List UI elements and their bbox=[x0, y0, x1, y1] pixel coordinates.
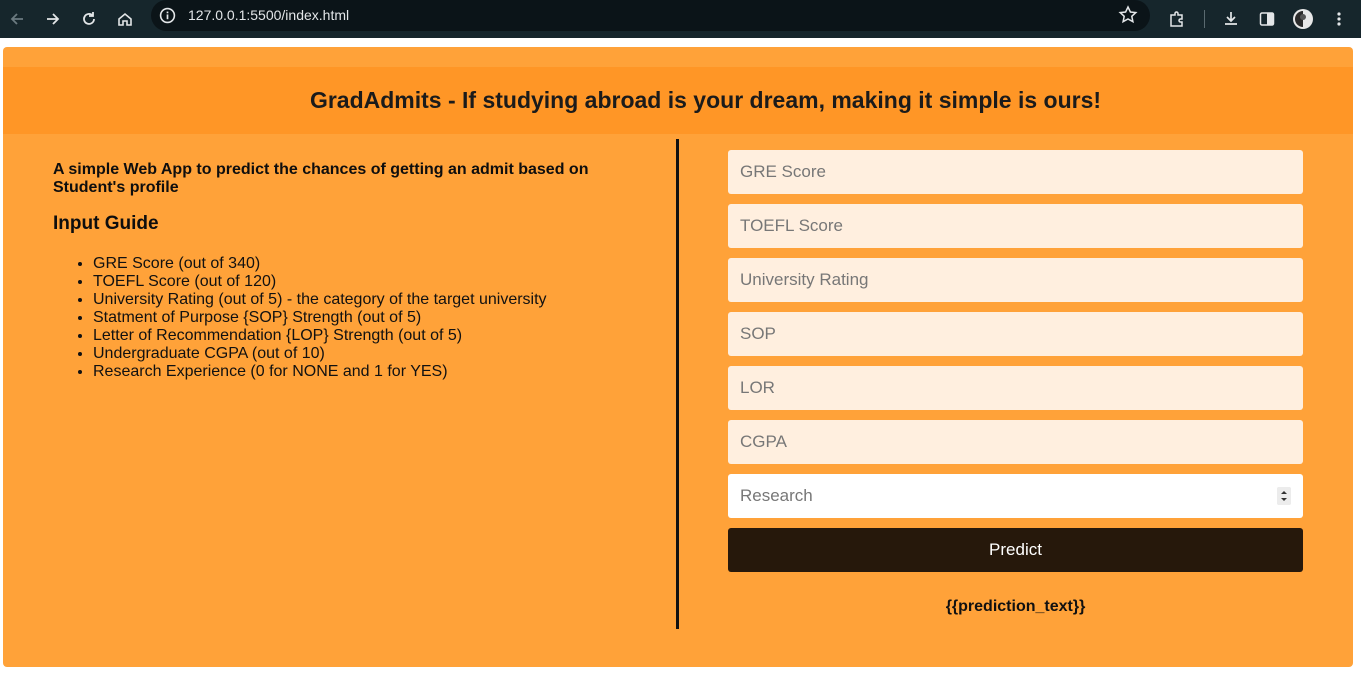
sop-input[interactable] bbox=[728, 312, 1303, 356]
home-icon bbox=[118, 12, 132, 26]
forward-arrow-icon bbox=[47, 13, 60, 25]
number-spinner-icon[interactable] bbox=[1277, 487, 1291, 505]
research-input[interactable] bbox=[728, 474, 1268, 518]
puzzle-icon bbox=[1170, 11, 1183, 27]
site-info-icon[interactable] bbox=[159, 7, 176, 24]
app-description: A simple Web App to predict the chances … bbox=[53, 161, 589, 196]
lor-input[interactable] bbox=[728, 366, 1303, 410]
input-guide-heading: Input Guide bbox=[53, 213, 159, 234]
side-panel-icon bbox=[1259, 12, 1275, 26]
list-item: Statment of Purpose {SOP} Strength (out … bbox=[93, 309, 653, 327]
download-icon bbox=[1225, 12, 1237, 25]
avatar bbox=[1293, 9, 1313, 29]
profile-button[interactable] bbox=[1288, 4, 1318, 34]
list-item: Research Experience (0 for NONE and 1 fo… bbox=[93, 363, 653, 381]
list-item: Undergraduate CGPA (out of 10) bbox=[93, 345, 653, 363]
header: GradAdmits - If studying abroad is your … bbox=[3, 67, 1353, 134]
gre-score-input[interactable] bbox=[728, 150, 1303, 194]
address-bar[interactable]: 127.0.0.1:5500/index.html bbox=[151, 0, 1150, 31]
back-button[interactable] bbox=[2, 4, 32, 34]
toefl-score-input[interactable] bbox=[728, 204, 1303, 248]
list-item: Letter of Recommendation {LOP} Strength … bbox=[93, 327, 653, 345]
back-arrow-icon bbox=[10, 13, 23, 25]
more-vertical-icon bbox=[1337, 12, 1341, 26]
list-item: University Rating (out of 5) - the categ… bbox=[93, 291, 653, 309]
downloads-button[interactable] bbox=[1216, 4, 1246, 34]
app-container: GradAdmits - If studying abroad is your … bbox=[3, 47, 1353, 667]
prediction-form: Predict {{prediction_text}} bbox=[728, 150, 1303, 616]
cgpa-input[interactable] bbox=[728, 420, 1303, 464]
browser-toolbar: 127.0.0.1:5500/index.html bbox=[0, 0, 1361, 38]
prediction-result: {{prediction_text}} bbox=[945, 598, 1086, 615]
input-guide-list: GRE Score (out of 340) TOEFL Score (out … bbox=[53, 255, 653, 381]
research-field bbox=[728, 474, 1303, 518]
browser-menu-button[interactable] bbox=[1324, 4, 1354, 34]
reload-icon bbox=[83, 12, 95, 25]
reload-button[interactable] bbox=[74, 4, 104, 34]
toolbar-divider bbox=[1204, 10, 1205, 28]
forward-button[interactable] bbox=[38, 4, 68, 34]
predict-button[interactable]: Predict bbox=[728, 528, 1303, 572]
side-panel-button[interactable] bbox=[1252, 4, 1282, 34]
extensions-button[interactable] bbox=[1162, 4, 1192, 34]
vertical-divider bbox=[676, 139, 679, 629]
bookmark-star-icon[interactable] bbox=[1118, 5, 1138, 25]
info-panel: A simple Web App to predict the chances … bbox=[53, 161, 653, 381]
url-text: 127.0.0.1:5500/index.html bbox=[188, 7, 350, 23]
list-item: GRE Score (out of 340) bbox=[93, 255, 653, 273]
university-rating-input[interactable] bbox=[728, 258, 1303, 302]
page-title: GradAdmits - If studying abroad is your … bbox=[309, 87, 1102, 113]
home-button[interactable] bbox=[110, 4, 140, 34]
list-item: TOEFL Score (out of 120) bbox=[93, 273, 653, 291]
